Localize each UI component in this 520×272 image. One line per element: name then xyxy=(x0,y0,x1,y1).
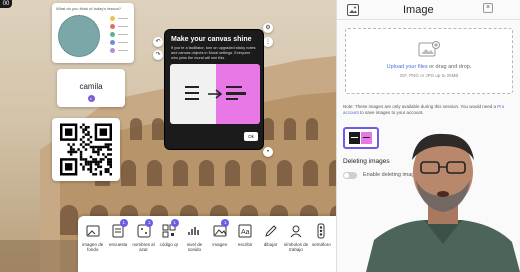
qr-code-image xyxy=(60,123,112,176)
enable-deleting-toggle[interactable] xyxy=(343,172,357,179)
arrow-right-icon xyxy=(208,89,223,99)
gear-icon[interactable]: ⚙ xyxy=(263,23,273,33)
whiteboard-canvas[interactable]: 00 What do you think of today's lesson? … xyxy=(0,0,336,272)
modal-title: Make your canvas shine xyxy=(171,36,252,43)
toolbar-item-label: nivel de sonido xyxy=(186,242,203,252)
poll-option-bar xyxy=(118,42,128,43)
note-text-start: Note: These images are only available du… xyxy=(343,104,498,109)
avatar: c xyxy=(87,95,95,102)
toolbar-item-label: nombres al azar xyxy=(132,242,155,252)
poll-option-swatch xyxy=(110,24,115,29)
ok-button[interactable]: Ok xyxy=(244,132,258,141)
toolbar-item[interactable]: imagen 1 xyxy=(207,219,232,268)
presenter-webcam-photo xyxy=(366,133,520,272)
close-icon[interactable]: × xyxy=(483,3,493,13)
upload-formats: GIF, PNG or JPG up to 25MB xyxy=(399,73,459,78)
toolbar-item[interactable]: nivel de sonido xyxy=(182,220,207,268)
toggle-knob xyxy=(344,173,349,178)
toolbar-item-label: dibujar xyxy=(263,242,278,247)
upload-suffix: or drag and drop. xyxy=(429,64,472,70)
poll-option-swatch xyxy=(110,40,115,45)
toolbar-item[interactable]: nombres al azar 1 xyxy=(131,219,156,268)
poll-option-bar xyxy=(118,34,128,35)
feature-announcement-modal: Make your canvas shine If you're a facil… xyxy=(164,29,264,150)
session-note: Note: These images are only available du… xyxy=(343,104,515,116)
toolbar-item[interactable]: encuesta 1 xyxy=(105,219,130,268)
text-icon: Aa xyxy=(238,224,252,238)
panel-title: Image xyxy=(403,4,434,16)
drag-handle-icon[interactable]: • xyxy=(263,147,273,157)
selected-name: camila xyxy=(79,82,103,91)
panel-header: Image × xyxy=(337,0,520,20)
count-badge: 1 xyxy=(145,219,154,227)
poll-question: What do you think of today's lesson? xyxy=(56,6,122,11)
upload-dropzone[interactable]: Upload your files or drag and drop. GIF,… xyxy=(345,28,513,94)
toolbar-item[interactable]: dibujar xyxy=(258,220,283,268)
toolbar-item-label: imagen xyxy=(212,242,228,247)
modal-illustration xyxy=(170,64,260,124)
work-symbols-icon xyxy=(290,225,302,238)
toolbar-item[interactable]: imagen de fondo xyxy=(80,220,105,268)
sound-level-icon xyxy=(188,227,200,235)
poll-option-swatch xyxy=(110,48,115,53)
svg-text:Aa: Aa xyxy=(241,229,250,236)
traffic-light-icon xyxy=(317,223,325,239)
toolbar-item-label: escribir xyxy=(237,242,253,247)
toolbar-item-label: código qr xyxy=(159,242,179,247)
poll-pie-chart xyxy=(58,15,100,57)
note-text-end: to save images to your account. xyxy=(358,110,424,115)
tool-bar: imagen de fondo encuesta 1 nombres al azar 1… xyxy=(78,216,336,272)
toolbar-item-label: imagen de fondo xyxy=(82,242,104,252)
count-badge: 1 xyxy=(221,219,230,227)
poll-card[interactable]: What do you think of today's lesson? xyxy=(52,3,134,63)
modal-body: If you're a facilitator, turn on upgrade… xyxy=(171,46,256,60)
toolbar-item[interactable]: símbolos de trabajo xyxy=(283,220,308,268)
toolbar-item-label: encuesta xyxy=(108,242,128,247)
toolbar-item[interactable]: semáforo xyxy=(309,220,334,268)
upload-image-icon xyxy=(418,41,440,57)
random-name-card[interactable]: camila c xyxy=(57,69,125,107)
upload-files-link[interactable]: Upload your files xyxy=(387,64,428,70)
count-badge: 1 xyxy=(119,219,128,227)
poll-option-bar xyxy=(118,18,128,19)
count-badge: 1 xyxy=(170,219,179,227)
toolbar-item[interactable]: código qr 1 xyxy=(156,219,181,268)
upload-instruction: Upload your files or drag and drop. xyxy=(346,64,512,70)
toolbar-item-label: semáforo xyxy=(311,242,331,247)
draw-icon xyxy=(264,225,277,237)
more-icon[interactable]: ⋮ xyxy=(263,37,273,47)
toolbar-item-label: símbolos de trabajo xyxy=(283,242,309,252)
toolbar-item[interactable]: Aa escribir xyxy=(232,220,257,268)
poll-option-bar xyxy=(118,50,128,51)
poll-option-bar xyxy=(118,26,128,27)
image-icon xyxy=(347,4,359,16)
board-counter-badge: 00 xyxy=(0,0,12,8)
poll-option-swatch xyxy=(110,32,115,37)
undo-icon[interactable]: ↶ xyxy=(153,37,163,47)
qr-code-card[interactable] xyxy=(52,118,120,181)
poll-option-swatch xyxy=(110,16,115,21)
redo-icon[interactable]: ↷ xyxy=(153,50,163,60)
background-image-icon xyxy=(86,225,100,237)
